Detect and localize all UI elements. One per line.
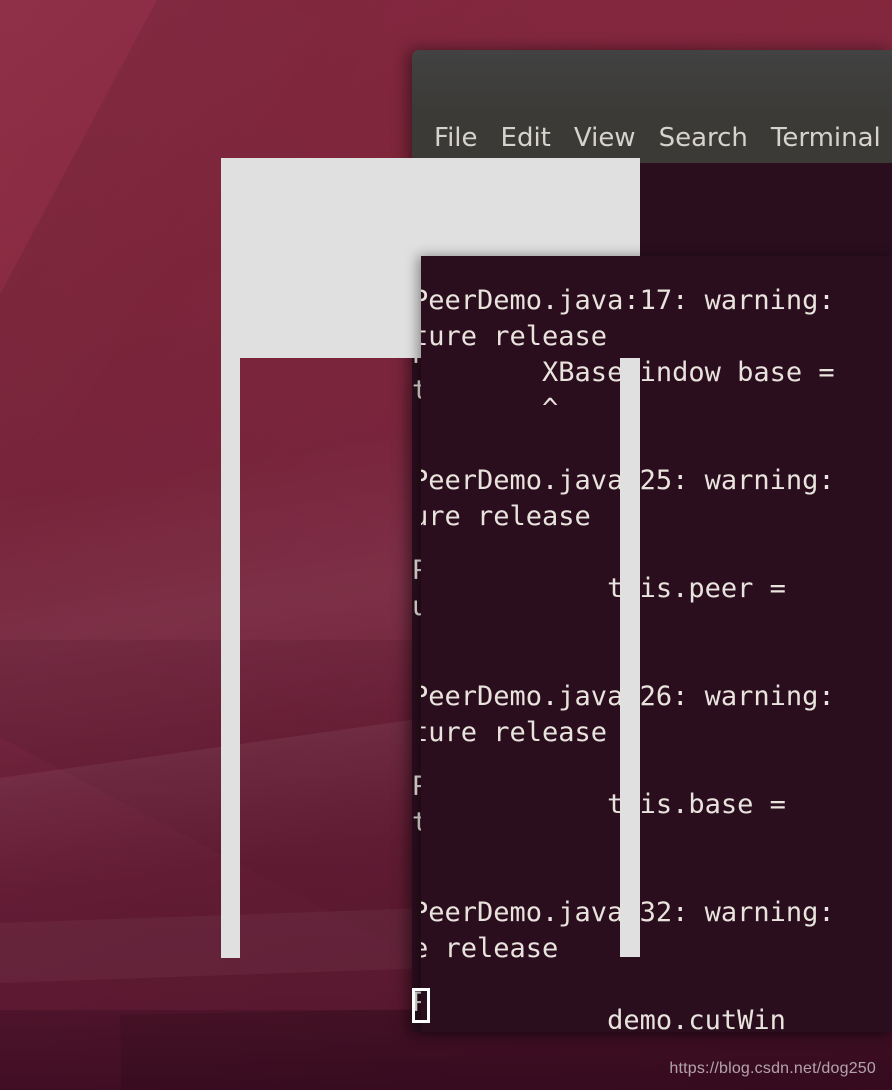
watermark-url: https://blog.csdn.net/dog250 xyxy=(669,1060,876,1077)
menu-item-edit[interactable]: Edit xyxy=(501,123,551,153)
wallpaper-facet xyxy=(0,0,350,800)
menu-item-file[interactable]: File xyxy=(434,123,478,153)
terminal-output-text-front: PeerDemo.java:17: warning: ture release … xyxy=(421,285,835,1032)
terminal-titlebar[interactable] xyxy=(412,50,892,113)
menu-item-search[interactable]: Search xyxy=(659,123,748,153)
desktop-screen: File Edit View Search Terminal :16: warn… xyxy=(0,0,892,1090)
menu-item-view[interactable]: View xyxy=(574,123,636,153)
menu-item-terminal[interactable]: Terminal xyxy=(771,123,881,153)
white-window-right-edge[interactable] xyxy=(620,358,640,957)
white-window-left-edge[interactable] xyxy=(221,358,240,958)
terminal-cursor xyxy=(412,988,430,1023)
terminal-menubar[interactable]: File Edit View Search Terminal xyxy=(412,113,892,163)
terminal-window-front[interactable]: PeerDemo.java:17: warning: ture release … xyxy=(421,256,892,1032)
